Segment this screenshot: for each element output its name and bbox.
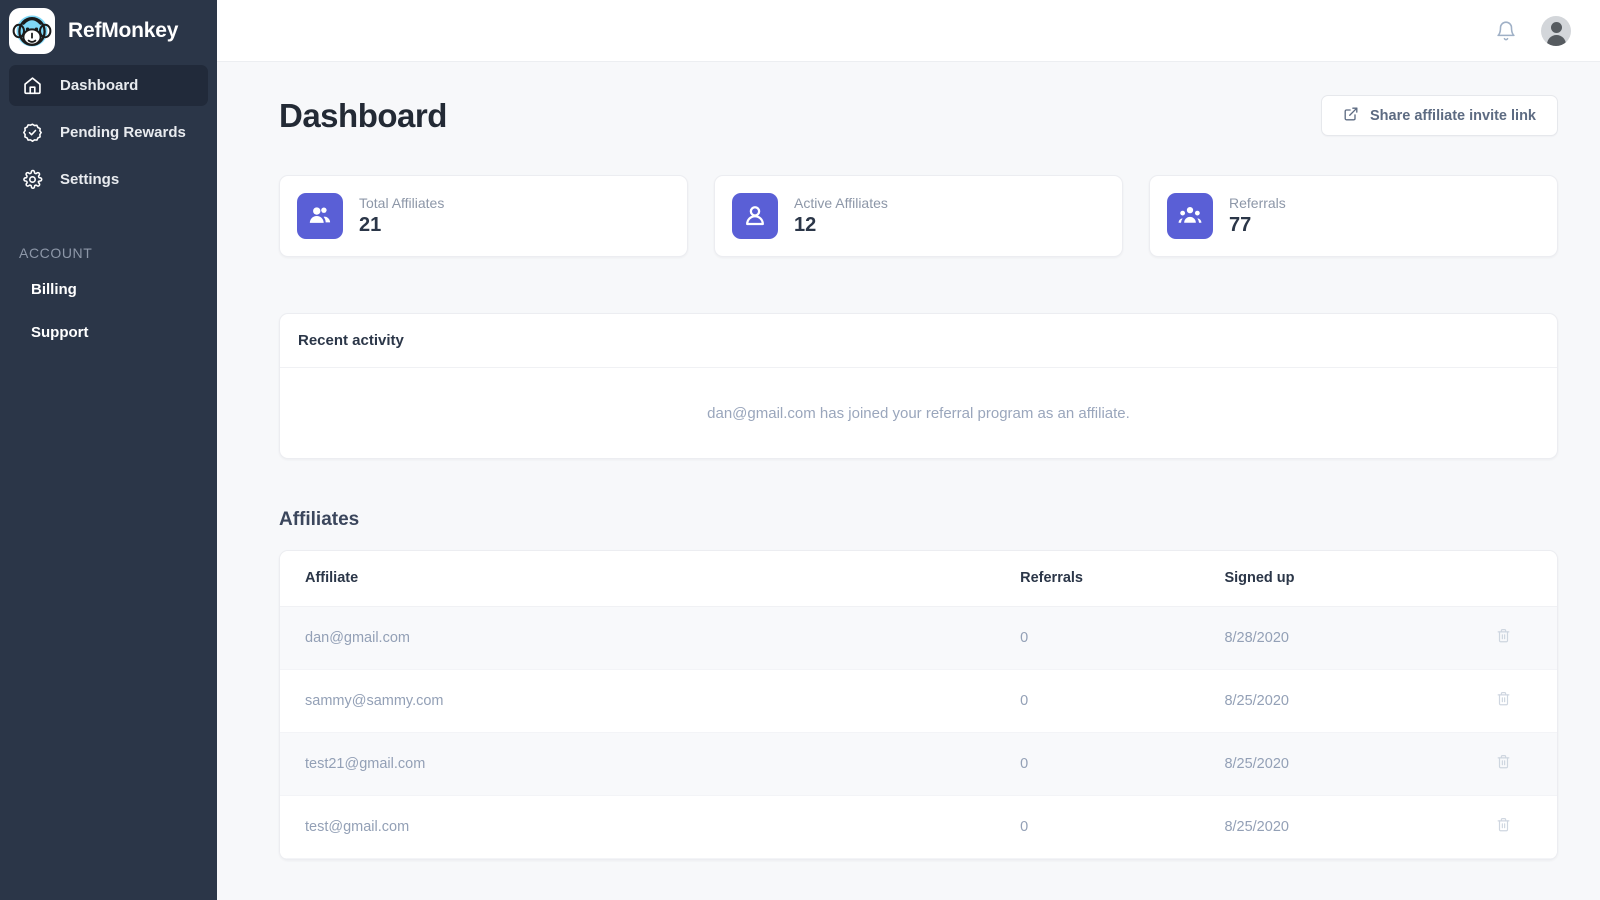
column-header-affiliate: Affiliate: [280, 551, 995, 606]
table-header-row: Affiliate Referrals Signed up: [280, 551, 1557, 606]
cell-referrals: 0: [995, 606, 1199, 669]
cell-signed-up: 8/28/2020: [1199, 606, 1442, 669]
bell-icon[interactable]: [1495, 20, 1517, 42]
affiliates-table: Affiliate Referrals Signed up dan@gmail.…: [280, 551, 1557, 859]
affiliates-section-title: Affiliates: [279, 509, 1558, 531]
stats-row: Total Affiliates 21 Active Affiliates 12: [279, 175, 1558, 257]
sidebar-item-support[interactable]: Support: [9, 317, 208, 348]
column-header-referrals: Referrals: [995, 551, 1199, 606]
sidebar-section-account: ACCOUNT: [9, 245, 208, 261]
sidebar: RefMonkey Dashboard: [0, 0, 217, 900]
column-header-actions: [1442, 551, 1557, 606]
trash-icon[interactable]: [1496, 754, 1511, 769]
cell-actions: [1442, 732, 1557, 795]
cell-affiliate: test21@gmail.com: [280, 732, 995, 795]
table-body: dan@gmail.com 0 8/28/2020: [280, 606, 1557, 858]
table-row[interactable]: dan@gmail.com 0 8/28/2020: [280, 606, 1557, 669]
affiliates-table-card: Affiliate Referrals Signed up dan@gmail.…: [279, 550, 1558, 860]
share-button-label: Share affiliate invite link: [1370, 108, 1536, 124]
page-content: Dashboard Share affiliate invite link: [217, 62, 1600, 900]
sidebar-item-label: Dashboard: [60, 77, 138, 94]
cell-affiliate: test@gmail.com: [280, 795, 995, 858]
brand[interactable]: RefMonkey: [0, 0, 217, 62]
stat-label: Total Affiliates: [359, 195, 444, 211]
cell-actions: [1442, 606, 1557, 669]
sidebar-item-settings[interactable]: Settings: [9, 159, 208, 200]
trash-icon[interactable]: [1496, 817, 1511, 832]
page-title: Dashboard: [279, 97, 447, 135]
recent-activity-card: Recent activity dan@gmail.com has joined…: [279, 313, 1558, 459]
main-area: Dashboard Share affiliate invite link: [217, 0, 1600, 900]
sidebar-item-dashboard[interactable]: Dashboard: [9, 65, 208, 106]
user-avatar-icon[interactable]: [1541, 16, 1571, 46]
table-row[interactable]: sammy@sammy.com 0 8/25/2020: [280, 669, 1557, 732]
gear-icon: [22, 169, 43, 190]
recent-activity-message: dan@gmail.com has joined your referral p…: [280, 368, 1557, 458]
cell-affiliate: sammy@sammy.com: [280, 669, 995, 732]
users-three-icon: [1167, 193, 1213, 239]
page-header: Dashboard Share affiliate invite link: [279, 62, 1558, 136]
cell-actions: [1442, 795, 1557, 858]
stat-card-active-affiliates: Active Affiliates 12: [714, 175, 1123, 257]
column-header-signed-up: Signed up: [1199, 551, 1442, 606]
table-header: Affiliate Referrals Signed up: [280, 551, 1557, 606]
cell-signed-up: 8/25/2020: [1199, 795, 1442, 858]
monkey-logo-icon: [9, 8, 55, 54]
sidebar-item-pending-rewards[interactable]: Pending Rewards: [9, 112, 208, 153]
sidebar-item-label: Billing: [31, 281, 77, 298]
recent-activity-title: Recent activity: [280, 314, 1557, 368]
cell-actions: [1442, 669, 1557, 732]
app-root: RefMonkey Dashboard: [0, 0, 1600, 900]
cell-affiliate: dan@gmail.com: [280, 606, 995, 669]
sidebar-item-billing[interactable]: Billing: [9, 274, 208, 305]
topbar: [217, 0, 1600, 62]
stat-value: 12: [794, 214, 888, 237]
stat-card-referrals: Referrals 77: [1149, 175, 1558, 257]
share-affiliate-invite-link-button[interactable]: Share affiliate invite link: [1321, 95, 1558, 136]
stat-label: Active Affiliates: [794, 195, 888, 211]
cell-signed-up: 8/25/2020: [1199, 732, 1442, 795]
stat-value: 21: [359, 214, 444, 237]
cell-signed-up: 8/25/2020: [1199, 669, 1442, 732]
users-group-icon: [297, 193, 343, 239]
trash-icon[interactable]: [1496, 691, 1511, 706]
home-icon: [22, 75, 43, 96]
cell-referrals: 0: [995, 795, 1199, 858]
trash-icon[interactable]: [1496, 628, 1511, 643]
table-row[interactable]: test21@gmail.com 0 8/25/2020: [280, 732, 1557, 795]
stat-label: Referrals: [1229, 195, 1286, 211]
cell-referrals: 0: [995, 669, 1199, 732]
table-row[interactable]: test@gmail.com 0 8/25/2020: [280, 795, 1557, 858]
sidebar-item-label: Pending Rewards: [60, 124, 186, 141]
external-link-icon: [1343, 106, 1359, 126]
stat-card-total-affiliates: Total Affiliates 21: [279, 175, 688, 257]
brand-name: RefMonkey: [68, 19, 178, 43]
user-single-icon: [732, 193, 778, 239]
sidebar-nav: Dashboard Pending Rewards: [0, 65, 217, 360]
sidebar-item-label: Settings: [60, 171, 119, 188]
check-badge-icon: [22, 122, 43, 143]
stat-value: 77: [1229, 214, 1286, 237]
cell-referrals: 0: [995, 732, 1199, 795]
sidebar-item-label: Support: [31, 324, 89, 341]
